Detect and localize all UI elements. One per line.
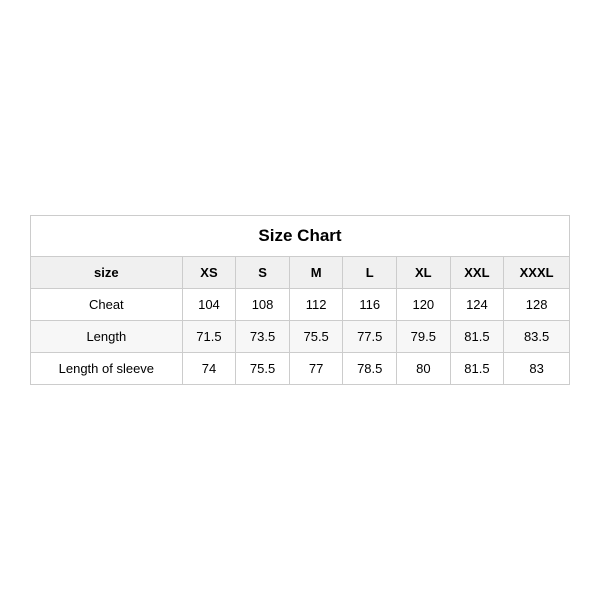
row-label: Cheat — [31, 289, 183, 321]
row-label: Length — [31, 321, 183, 353]
cell-value: 108 — [236, 289, 290, 321]
table-row: Length of sleeve7475.57778.58081.583 — [31, 353, 570, 385]
title-row: Size Chart — [31, 216, 570, 257]
cell-value: 78.5 — [343, 353, 397, 385]
header-size-xxl: XXL — [450, 257, 504, 289]
table-row: Cheat104108112116120124128 — [31, 289, 570, 321]
header-size-xl: XL — [397, 257, 451, 289]
cell-value: 79.5 — [397, 321, 451, 353]
cell-value: 77.5 — [343, 321, 397, 353]
cell-value: 71.5 — [182, 321, 236, 353]
cell-value: 75.5 — [289, 321, 343, 353]
table-row: Length71.573.575.577.579.581.583.5 — [31, 321, 570, 353]
cell-value: 81.5 — [450, 353, 504, 385]
cell-value: 120 — [397, 289, 451, 321]
cell-value: 83.5 — [504, 321, 570, 353]
row-label: Length of sleeve — [31, 353, 183, 385]
header-size-xs: XS — [182, 257, 236, 289]
header-size-label: size — [31, 257, 183, 289]
cell-value: 77 — [289, 353, 343, 385]
cell-value: 80 — [397, 353, 451, 385]
cell-value: 73.5 — [236, 321, 290, 353]
header-size-xxxl: XXXL — [504, 257, 570, 289]
header-row: sizeXSSMLXLXXLXXXL — [31, 257, 570, 289]
cell-value: 104 — [182, 289, 236, 321]
size-chart-container: Size Chart sizeXSSMLXLXXLXXXL Cheat10410… — [30, 215, 570, 385]
table-title: Size Chart — [31, 216, 570, 257]
cell-value: 75.5 — [236, 353, 290, 385]
header-size-s: S — [236, 257, 290, 289]
cell-value: 81.5 — [450, 321, 504, 353]
cell-value: 124 — [450, 289, 504, 321]
header-size-m: M — [289, 257, 343, 289]
cell-value: 112 — [289, 289, 343, 321]
cell-value: 74 — [182, 353, 236, 385]
cell-value: 128 — [504, 289, 570, 321]
size-chart-table: Size Chart sizeXSSMLXLXXLXXXL Cheat10410… — [30, 215, 570, 385]
cell-value: 116 — [343, 289, 397, 321]
cell-value: 83 — [504, 353, 570, 385]
header-size-l: L — [343, 257, 397, 289]
